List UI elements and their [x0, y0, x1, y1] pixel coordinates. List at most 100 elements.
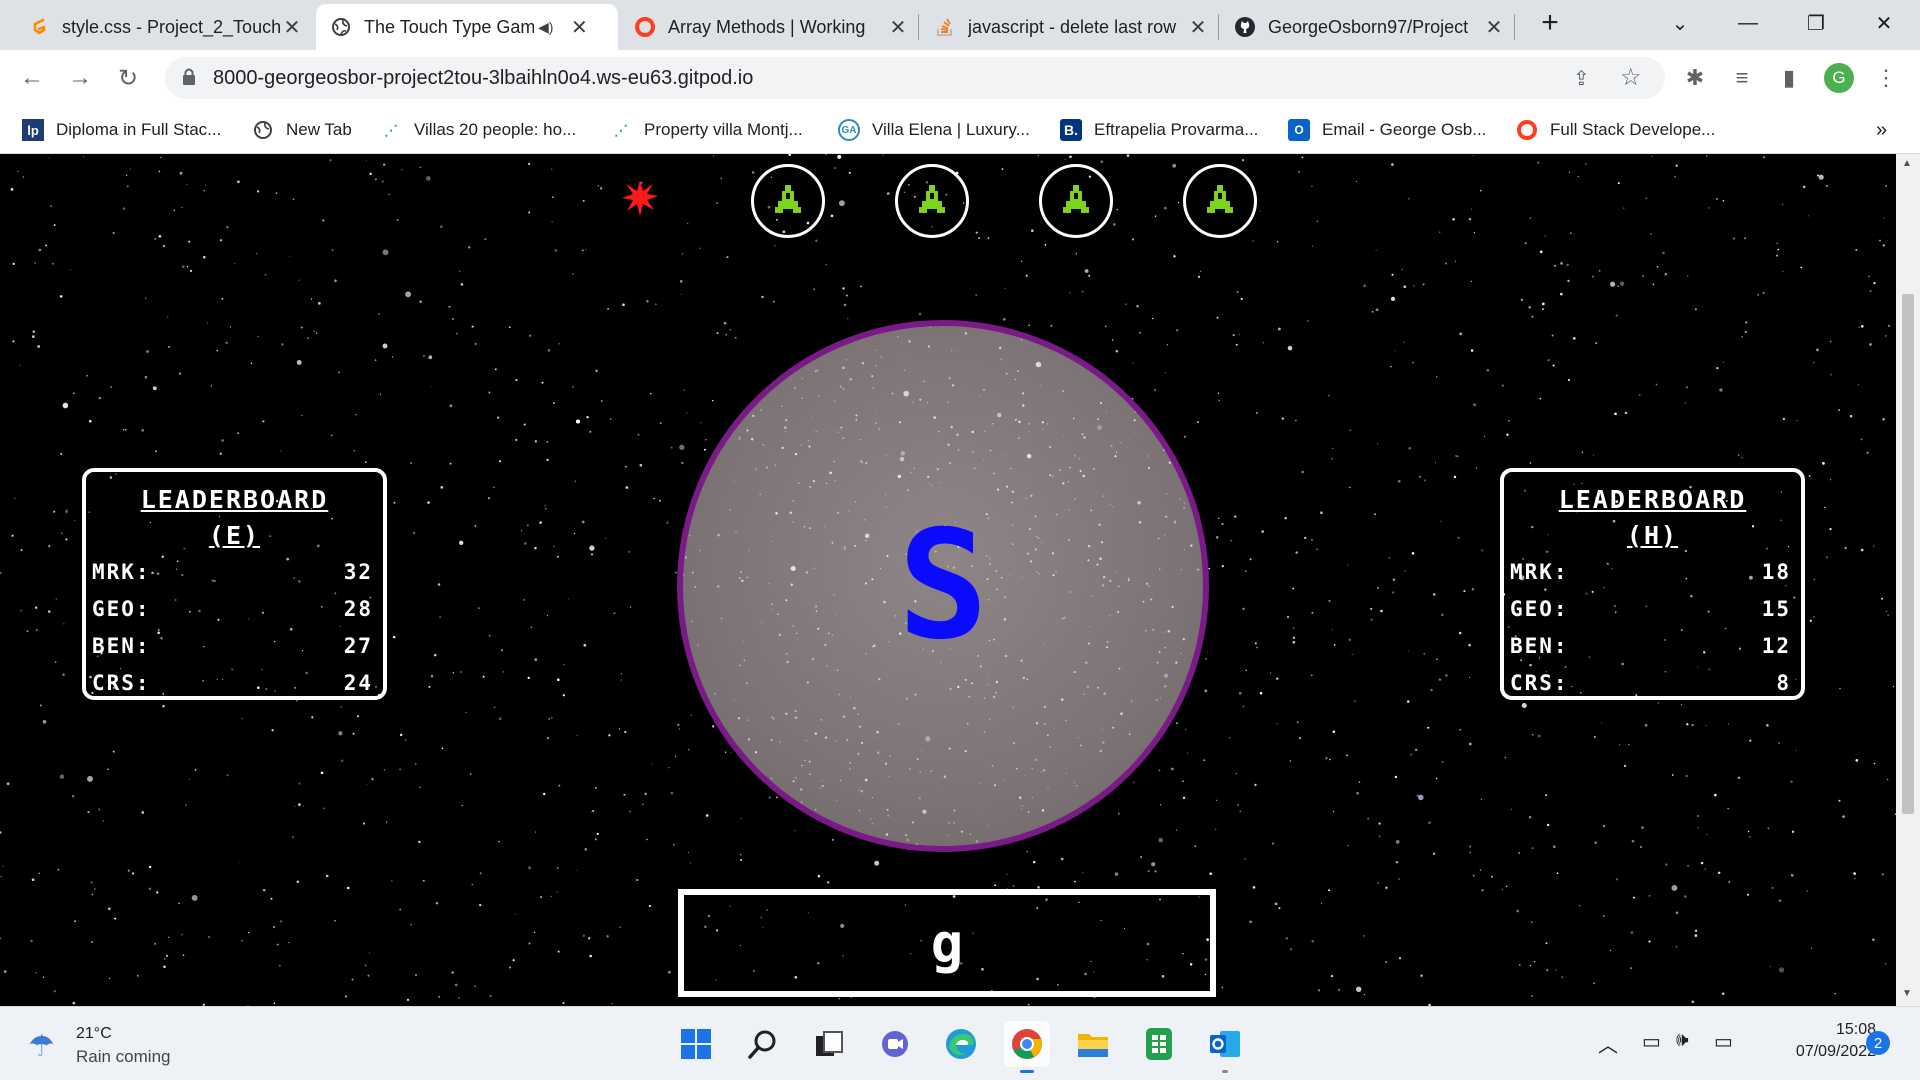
- windows-taskbar: ☂ 21°C Rain coming ︿ ▭ 🕪 ▭ 15:08 07/09/2…: [0, 1006, 1920, 1080]
- bookmark-label: Email - George Osb...: [1322, 120, 1487, 139]
- forward-icon[interactable]: →: [64, 62, 96, 94]
- bookmark-item[interactable]: B. Eftrapelia Provarma...: [1060, 118, 1258, 142]
- bookmark-item[interactable]: O Email - George Osb...: [1288, 118, 1486, 142]
- battery-icon[interactable]: ▭: [1714, 1029, 1733, 1054]
- share-icon[interactable]: ⇪: [1573, 66, 1590, 91]
- clock[interactable]: 15:08 07/09/2022: [1756, 1019, 1876, 1063]
- leaderboard-hard: LEADERBOARD (H) MRK: 18 GEO: 15 BEN: 12 CRS…: [1500, 468, 1805, 700]
- back-icon[interactable]: ←: [16, 62, 48, 94]
- life-indicator: [895, 164, 969, 238]
- spaceship-icon: [912, 179, 952, 224]
- lock-icon[interactable]: [181, 67, 197, 92]
- close-window-button[interactable]: ✕: [1854, 0, 1914, 46]
- address-bar[interactable]: 8000-georgeosbor-project2tou-3lbaihln0o4…: [165, 57, 1665, 99]
- page-scrollbar[interactable]: ▲ ▼: [1896, 154, 1920, 1006]
- tab-title: style.css - Project_2_Touch: [62, 16, 280, 37]
- leaderboard-row: GEO: 28: [92, 597, 373, 621]
- profile-avatar[interactable]: G: [1824, 63, 1854, 93]
- tab-separator: [1218, 14, 1219, 40]
- search-icon[interactable]: [740, 1021, 786, 1067]
- edge-icon[interactable]: [938, 1021, 984, 1067]
- typed-letter-box[interactable]: g: [678, 889, 1216, 997]
- url-text: 8000-georgeosbor-project2tou-3lbaihln0o4…: [213, 67, 754, 89]
- bookmark-label: New Tab: [286, 120, 352, 139]
- leaderboard-row: CRS: 8: [1510, 671, 1791, 695]
- outlook-icon[interactable]: [1202, 1021, 1248, 1073]
- start-button[interactable]: [673, 1021, 719, 1067]
- side-panel-icon[interactable]: ▮: [1773, 62, 1805, 94]
- life-indicator: [751, 164, 825, 238]
- task-view-icon[interactable]: [806, 1021, 852, 1067]
- explosion-icon: [620, 178, 660, 223]
- minimize-button[interactable]: —: [1718, 0, 1778, 46]
- scroll-down-arrow-icon[interactable]: ▼: [1902, 988, 1912, 999]
- bookmark-item[interactable]: Full Stack Develope...: [1516, 118, 1715, 142]
- bookmark-label: Eftrapelia Provarma...: [1094, 120, 1259, 139]
- close-icon[interactable]: ✕: [886, 15, 910, 39]
- speaker-icon[interactable]: ◀): [538, 19, 553, 36]
- bookmark-item[interactable]: lp Diploma in Full Stac...: [22, 118, 221, 142]
- scrollbar-thumb[interactable]: [1902, 294, 1914, 814]
- bookmarks-overflow-icon[interactable]: »: [1876, 118, 1887, 142]
- tab-touch-type-game[interactable]: The Touch Type Game ◀) ✕: [316, 4, 618, 50]
- chat-icon[interactable]: [872, 1021, 918, 1067]
- reload-icon[interactable]: ↻: [112, 62, 144, 94]
- tab-separator: [918, 14, 919, 40]
- chrome-icon[interactable]: [1004, 1021, 1050, 1073]
- menu-icon[interactable]: ⋮: [1870, 62, 1902, 94]
- leaderboard-title: LEADERBOARD (E): [140, 485, 329, 550]
- tab-search-icon[interactable]: ⌄: [1650, 0, 1710, 46]
- tab-github[interactable]: GeorgeOsborn97/Project ✕: [1220, 4, 1516, 50]
- lp-icon: lp: [22, 119, 44, 141]
- leaderboard-row: GEO: 15: [1510, 597, 1791, 621]
- notification-badge[interactable]: 2: [1866, 1031, 1890, 1055]
- tab-style-css[interactable]: style.css - Project_2_Touch ✕: [14, 4, 314, 50]
- volume-icon[interactable]: 🕪: [1676, 1029, 1689, 1052]
- weather-temp: 21°C: [76, 1025, 112, 1042]
- tab-array-methods[interactable]: Array Methods | Working ✕: [620, 4, 920, 50]
- opera-icon: [634, 16, 656, 38]
- game-page: LEADERBOARD (E) MRK: 32 GEO: 28 BEN: 27 CRS…: [0, 154, 1896, 1006]
- stackoverflow-icon: [934, 16, 956, 38]
- spreadsheet-app-icon[interactable]: [1136, 1021, 1182, 1067]
- restore-button[interactable]: ❐: [1786, 0, 1846, 46]
- close-icon[interactable]: ✕: [280, 15, 304, 39]
- network-icon[interactable]: ▭: [1642, 1029, 1661, 1054]
- extensions-icon[interactable]: ✱: [1679, 62, 1711, 94]
- bookmark-item[interactable]: New Tab: [252, 118, 352, 142]
- bookmark-star-icon[interactable]: ☆: [1620, 63, 1642, 92]
- opera-icon: [1516, 119, 1538, 141]
- file-explorer-icon[interactable]: [1070, 1021, 1116, 1067]
- bookmark-item[interactable]: ⋰ Villas 20 people: ho...: [380, 118, 576, 142]
- close-icon[interactable]: ✕: [567, 15, 591, 39]
- scroll-up-arrow-icon[interactable]: ▲: [1902, 158, 1912, 169]
- bookmark-label: Villa Elena | Luxury...: [872, 120, 1030, 139]
- globe-icon: [330, 16, 352, 38]
- planet: S: [677, 320, 1209, 852]
- target-letter: S: [897, 499, 989, 673]
- spaceship-icon: [1056, 179, 1096, 224]
- life-indicator: [1039, 164, 1113, 238]
- tab-separator: [1514, 14, 1515, 40]
- leaderboard-title: LEADERBOARD (H): [1558, 485, 1747, 550]
- outlook-icon: O: [1288, 119, 1310, 141]
- close-icon[interactable]: ✕: [1186, 15, 1210, 39]
- bookmark-item[interactable]: GA Villa Elena | Luxury...: [838, 118, 1030, 142]
- bookmarks-bar: lp Diploma in Full Stac... New Tab ⋰ Vil…: [0, 106, 1920, 154]
- globe-icon: [252, 119, 274, 141]
- bookmark-item[interactable]: ⋰ Property villa Montj...: [610, 118, 803, 142]
- tab-javascript[interactable]: javascript - delete last row ✕: [920, 4, 1220, 50]
- close-icon[interactable]: ✕: [1482, 15, 1506, 39]
- new-tab-button[interactable]: +: [1520, 0, 1580, 46]
- umbrella-icon: ☂: [28, 1030, 55, 1063]
- tab-title: The Touch Type Game: [364, 16, 534, 37]
- sparkle-icon: ⋰: [384, 121, 398, 138]
- ga-icon: GA: [838, 119, 860, 141]
- show-hidden-icons-icon[interactable]: ︿: [1598, 1029, 1618, 1058]
- media-control-icon[interactable]: ≡: [1726, 62, 1758, 94]
- tab-title: javascript - delete last row: [968, 16, 1177, 37]
- browser-toolbar: ← → ↻ 8000-georgeosbor-project2tou-3lbai…: [0, 50, 1920, 106]
- spaceship-icon: [1200, 179, 1240, 224]
- leaderboard-row: BEN: 12: [1510, 634, 1791, 658]
- bookmark-label: Property villa Montj...: [644, 120, 803, 139]
